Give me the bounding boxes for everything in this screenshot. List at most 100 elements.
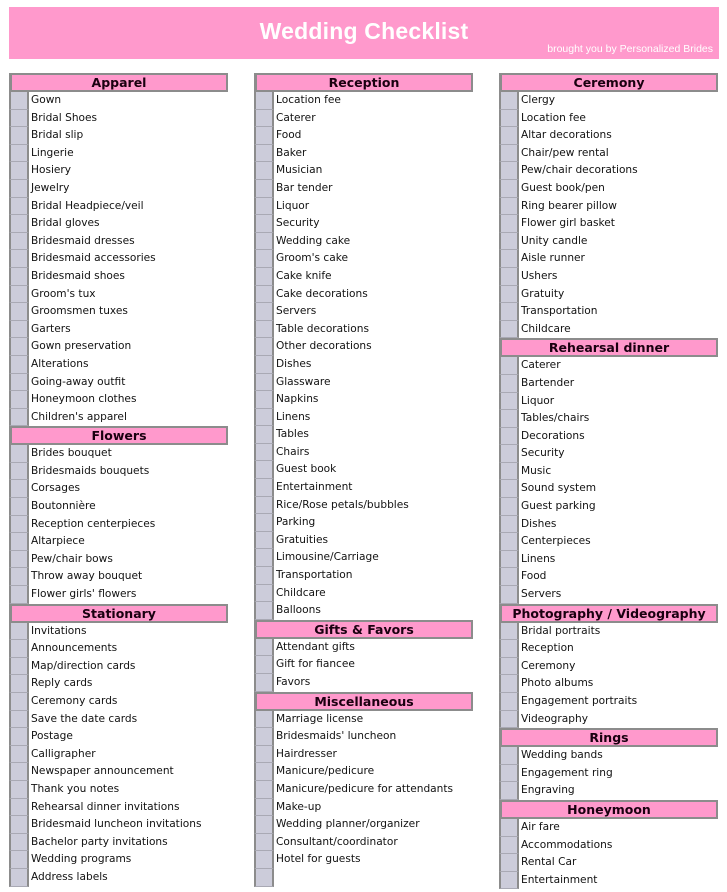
- checkbox[interactable]: [9, 868, 29, 887]
- checkbox[interactable]: [9, 250, 29, 268]
- checkbox[interactable]: [499, 854, 519, 872]
- checkbox[interactable]: [499, 215, 519, 233]
- checkbox[interactable]: [499, 657, 519, 676]
- checkbox[interactable]: [9, 338, 29, 356]
- checkbox[interactable]: [499, 480, 519, 499]
- checkbox[interactable]: [9, 833, 29, 852]
- checkbox[interactable]: [9, 763, 29, 781]
- checkbox[interactable]: [499, 162, 519, 180]
- checkbox[interactable]: [254, 798, 274, 817]
- checkbox[interactable]: [254, 197, 274, 216]
- checkbox[interactable]: [254, 816, 274, 834]
- checkbox[interactable]: [9, 533, 29, 551]
- checkbox[interactable]: [9, 622, 29, 641]
- checkbox[interactable]: [499, 782, 519, 800]
- checkbox[interactable]: [499, 303, 519, 321]
- checkbox[interactable]: [499, 374, 519, 393]
- checkbox[interactable]: [499, 109, 519, 128]
- checkbox[interactable]: [499, 550, 519, 569]
- checkbox[interactable]: [9, 851, 29, 869]
- checkbox[interactable]: [254, 109, 274, 128]
- checkbox[interactable]: [254, 408, 274, 427]
- checkbox[interactable]: [254, 710, 274, 729]
- checkbox[interactable]: [499, 357, 519, 375]
- checkbox[interactable]: [9, 197, 29, 216]
- checkbox[interactable]: [254, 656, 274, 674]
- checkbox[interactable]: [9, 586, 29, 604]
- checkbox[interactable]: [499, 179, 519, 198]
- checkbox[interactable]: [499, 320, 519, 339]
- checkbox[interactable]: [9, 550, 29, 569]
- checkbox[interactable]: [9, 693, 29, 711]
- checkbox[interactable]: [499, 498, 519, 516]
- checkbox[interactable]: [254, 303, 274, 321]
- checkbox[interactable]: [9, 498, 29, 516]
- checkbox[interactable]: [499, 675, 519, 693]
- checkbox[interactable]: [254, 162, 274, 180]
- checkbox[interactable]: [499, 818, 519, 837]
- checkbox[interactable]: [254, 868, 274, 887]
- checkbox[interactable]: [499, 871, 519, 890]
- checkbox[interactable]: [254, 479, 274, 497]
- checkbox[interactable]: [499, 462, 519, 481]
- checkbox[interactable]: [9, 675, 29, 693]
- checkbox[interactable]: [254, 179, 274, 198]
- checkbox[interactable]: [254, 461, 274, 480]
- checkbox[interactable]: [254, 320, 274, 339]
- checkbox[interactable]: [499, 764, 519, 783]
- checkbox[interactable]: [9, 798, 29, 817]
- checkbox[interactable]: [9, 728, 29, 746]
- checkbox[interactable]: [9, 373, 29, 392]
- checkbox[interactable]: [254, 426, 274, 444]
- checkbox[interactable]: [254, 144, 274, 163]
- checkbox[interactable]: [499, 445, 519, 463]
- checkbox[interactable]: [9, 745, 29, 764]
- checkbox[interactable]: [499, 92, 519, 110]
- checkbox[interactable]: [9, 657, 29, 676]
- checkbox[interactable]: [254, 638, 274, 657]
- checkbox[interactable]: [499, 232, 519, 251]
- checkbox[interactable]: [254, 338, 274, 356]
- checkbox[interactable]: [254, 232, 274, 251]
- checkbox[interactable]: [9, 92, 29, 110]
- checkbox[interactable]: [9, 267, 29, 286]
- checkbox[interactable]: [9, 408, 29, 427]
- checkbox[interactable]: [499, 747, 519, 765]
- checkbox[interactable]: [9, 215, 29, 233]
- checkbox[interactable]: [254, 373, 274, 392]
- checkbox[interactable]: [9, 640, 29, 658]
- checkbox[interactable]: [9, 355, 29, 374]
- checkbox[interactable]: [254, 531, 274, 550]
- checkbox[interactable]: [499, 568, 519, 587]
- checkbox[interactable]: [499, 640, 519, 658]
- checkbox[interactable]: [499, 836, 519, 855]
- checkbox[interactable]: [254, 745, 274, 764]
- checkbox[interactable]: [499, 586, 519, 604]
- checkbox[interactable]: [9, 144, 29, 163]
- checkbox[interactable]: [9, 568, 29, 587]
- checkbox[interactable]: [9, 480, 29, 499]
- checkbox[interactable]: [499, 515, 519, 534]
- checkbox[interactable]: [499, 392, 519, 411]
- checkbox[interactable]: [499, 267, 519, 286]
- checkbox[interactable]: [9, 127, 29, 145]
- checkbox[interactable]: [9, 303, 29, 321]
- checkbox[interactable]: [254, 92, 274, 110]
- checkbox[interactable]: [254, 391, 274, 409]
- checkbox[interactable]: [499, 144, 519, 163]
- checkbox[interactable]: [254, 215, 274, 233]
- checkbox[interactable]: [9, 780, 29, 799]
- checkbox[interactable]: [499, 622, 519, 641]
- checkbox[interactable]: [254, 851, 274, 869]
- checkbox[interactable]: [9, 816, 29, 834]
- checkbox[interactable]: [499, 285, 519, 304]
- checkbox[interactable]: [254, 567, 274, 585]
- checkbox[interactable]: [9, 462, 29, 481]
- checkbox[interactable]: [499, 250, 519, 268]
- checkbox[interactable]: [499, 427, 519, 446]
- checkbox[interactable]: [499, 127, 519, 145]
- checkbox[interactable]: [9, 232, 29, 251]
- checkbox[interactable]: [254, 549, 274, 568]
- checkbox[interactable]: [499, 693, 519, 711]
- checkbox[interactable]: [254, 602, 274, 620]
